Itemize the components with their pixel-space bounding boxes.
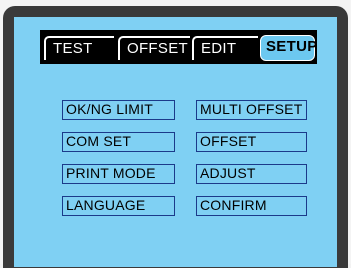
multi-offset-button[interactable]: MULTI OFFSET	[196, 100, 307, 120]
adjust-button[interactable]: ADJUST	[196, 164, 307, 184]
tab-edit[interactable]: EDIT	[192, 36, 258, 60]
lcd-screen: TEST OFFSET EDIT SETUP OK/NG LIMIT COM S…	[14, 17, 337, 267]
tab-test[interactable]: TEST	[44, 36, 114, 60]
print-mode-button[interactable]: PRINT MODE	[62, 164, 175, 184]
com-set-button[interactable]: COM SET	[62, 132, 175, 152]
tab-setup[interactable]: SETUP	[260, 35, 317, 61]
confirm-button[interactable]: CONFIRM	[196, 196, 307, 216]
offset-button[interactable]: OFFSET	[196, 132, 307, 152]
tab-offset[interactable]: OFFSET	[118, 36, 190, 60]
language-button[interactable]: LANGUAGE	[62, 196, 175, 216]
ok-ng-limit-button[interactable]: OK/NG LIMIT	[62, 100, 175, 120]
